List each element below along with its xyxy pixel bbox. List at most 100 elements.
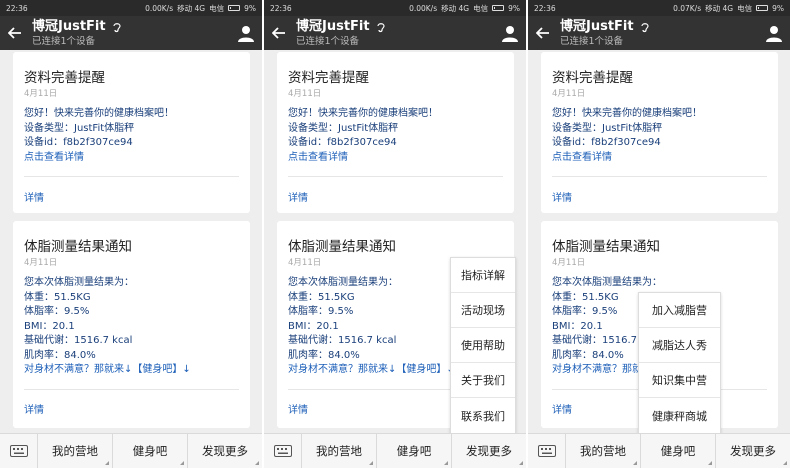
menu-item-fat-loss-showcase[interactable]: 减脂达人秀 [639, 328, 720, 363]
divider [24, 389, 239, 390]
battery-level: 9% [508, 3, 520, 13]
divider [552, 176, 767, 177]
profile-reminder-card[interactable]: 资料完善提醒 4月11日 您好！快来完善你的健康档案吧！ 设备类型：JustFi… [277, 52, 514, 213]
menu-item-contact-us[interactable]: 联系我们 [451, 398, 515, 433]
status-time: 22:36 [534, 3, 556, 13]
tab-my-camp[interactable]: 我的营地 [566, 434, 641, 468]
tab-fitness[interactable]: 健身吧 [113, 434, 188, 468]
profile-reminder-card[interactable]: 资料完善提醒 4月11日 您好！快来完善你的健康档案吧！ 设备类型：JustFi… [541, 52, 778, 213]
submenu-indicator-icon [444, 461, 448, 465]
person-icon[interactable] [764, 23, 784, 43]
battery-icon [228, 5, 241, 11]
person-icon[interactable] [500, 23, 520, 43]
tab-discover-more[interactable]: 发现更多 [188, 434, 262, 468]
menu-item-join-fat-loss-camp[interactable]: 加入减脂营 [639, 293, 720, 328]
menu-item-help[interactable]: 使用帮助 [451, 328, 515, 363]
menu-item-knowledge-camp[interactable]: 知识集中营 [639, 363, 720, 398]
card-line: 体重：51.5KG [288, 291, 355, 303]
card-line: BMI：20.1 [288, 320, 339, 332]
card-line: 设备id：f8b2f307ce94 [552, 137, 661, 148]
fitness-promo-link[interactable]: 对身材不满意？那就来↓【健身吧】↓ [288, 363, 455, 378]
tab-label: 发现更多 [202, 444, 248, 458]
card-line: 设备类型：JustFit体脂秤 [288, 122, 399, 134]
account-title: 博冠JustFit [560, 18, 634, 34]
bottom-menu-bar: 我的营地 健身吧 发现更多 [0, 433, 262, 468]
detail-link[interactable]: 详情 [552, 401, 572, 416]
tab-label: 健身吧 [660, 444, 696, 458]
keyboard-icon[interactable] [264, 434, 302, 468]
card-title: 体脂测量结果通知 [288, 239, 396, 255]
view-details-link[interactable]: 点击查看详情 [552, 151, 702, 166]
submenu-indicator-icon [708, 461, 712, 465]
status-time: 22:36 [6, 3, 28, 13]
device-status: 已连接1个设备 [32, 35, 96, 47]
carrier2-label: 电信 [209, 3, 225, 13]
card-line: 您好！快来完善你的健康档案吧！ [24, 108, 174, 119]
device-status: 已连接1个设备 [560, 35, 624, 47]
menu-item-metrics-explained[interactable]: 指标详解 [451, 258, 515, 293]
tab-my-camp[interactable]: 我的营地 [302, 434, 377, 468]
tab-fitness[interactable]: 健身吧 [641, 434, 716, 468]
device-status: 已连接1个设备 [296, 35, 360, 47]
status-bar: 22:36 0.00K/s 移动 4G 电信 9% [0, 0, 262, 16]
menu-item-scale-store[interactable]: 健康秤商城 [639, 398, 720, 433]
ear-icon [113, 22, 121, 32]
bottom-menu-bar: 我的营地 健身吧 发现更多 [264, 433, 526, 468]
phone-screen-1: 22:36 0.00K/s 移动 4G 电信 9% 博冠JustFit 已连接1… [0, 0, 262, 468]
detail-link[interactable]: 详情 [24, 401, 44, 416]
tab-label: 健身吧 [132, 444, 168, 458]
menu-item-event-scene[interactable]: 活动现场 [451, 293, 515, 328]
card-line: 您本次体脂测量结果为： [24, 277, 134, 288]
discover-more-popup-menu: 指标详解 活动现场 使用帮助 关于我们 联系我们 [450, 257, 516, 434]
phone-screen-3: 22:36 0.07K/s 移动 4G 电信 9% 博冠JustFit 已连接1… [528, 0, 790, 468]
network-speed: 0.00K/s [145, 3, 174, 13]
battery-level: 9% [244, 3, 256, 13]
back-arrow-icon[interactable] [0, 16, 30, 50]
status-bar: 22:36 0.07K/s 移动 4G 电信 9% [528, 0, 790, 16]
menu-item-about-us[interactable]: 关于我们 [451, 363, 515, 398]
view-details-link[interactable]: 点击查看详情 [24, 151, 174, 166]
detail-link[interactable]: 详情 [288, 189, 308, 204]
detail-link[interactable]: 详情 [552, 189, 572, 204]
card-date: 4月11日 [24, 89, 58, 99]
fitness-promo-link[interactable]: 对身材不满意？那就来↓【健身吧】↓ [24, 363, 191, 378]
detail-link[interactable]: 详情 [288, 401, 308, 416]
tab-label: 健身吧 [396, 444, 432, 458]
card-line: 体重：51.5KG [24, 291, 91, 303]
keyboard-icon[interactable] [528, 434, 566, 468]
tab-discover-more[interactable]: 发现更多 [716, 434, 790, 468]
divider [288, 176, 503, 177]
view-details-link[interactable]: 点击查看详情 [288, 151, 438, 166]
card-line: 您好！快来完善你的健康档案吧！ [552, 108, 702, 119]
tab-label: 发现更多 [730, 444, 776, 458]
tab-label: 我的营地 [580, 444, 626, 458]
back-arrow-icon[interactable] [264, 16, 294, 50]
tab-label: 发现更多 [466, 444, 512, 458]
profile-reminder-card[interactable]: 资料完善提醒 4月11日 您好！快来完善你的健康档案吧！ 设备类型：JustFi… [13, 52, 250, 213]
submenu-indicator-icon [633, 461, 637, 465]
phone-screen-2: 22:36 0.00K/s 移动 4G 电信 9% 博冠JustFit 已连接1… [264, 0, 526, 468]
card-title: 资料完善提醒 [24, 70, 105, 86]
tab-discover-more[interactable]: 发现更多 [452, 434, 526, 468]
card-date: 4月11日 [288, 258, 322, 268]
measurement-result-card[interactable]: 体脂测量结果通知 4月11日 您本次体脂测量结果为： 体重：51.5KG 体脂率… [13, 221, 250, 428]
card-line: 肌肉率：84.0% [288, 349, 360, 361]
tab-fitness[interactable]: 健身吧 [377, 434, 452, 468]
person-icon[interactable] [236, 23, 256, 43]
ear-icon [377, 22, 385, 32]
keyboard-icon[interactable] [0, 434, 38, 468]
tab-label: 我的营地 [316, 444, 362, 458]
submenu-indicator-icon [255, 461, 259, 465]
card-line: 肌肉率：84.0% [24, 349, 96, 361]
fitness-popup-menu: 加入减脂营 减脂达人秀 知识集中营 健康秤商城 [638, 292, 721, 434]
back-arrow-icon[interactable] [528, 16, 558, 50]
card-line: 您本次体脂测量结果为： [288, 277, 398, 288]
card-line: 体脂率：9.5% [24, 306, 90, 317]
detail-link[interactable]: 详情 [24, 189, 44, 204]
title-bar: 博冠JustFit 已连接1个设备 [0, 16, 262, 50]
network-speed: 0.07K/s [673, 3, 702, 13]
battery-icon [492, 5, 505, 11]
card-line: 您好！快来完善你的健康档案吧！ [288, 108, 438, 119]
carrier-label: 移动 4G [441, 3, 470, 13]
tab-my-camp[interactable]: 我的营地 [38, 434, 113, 468]
